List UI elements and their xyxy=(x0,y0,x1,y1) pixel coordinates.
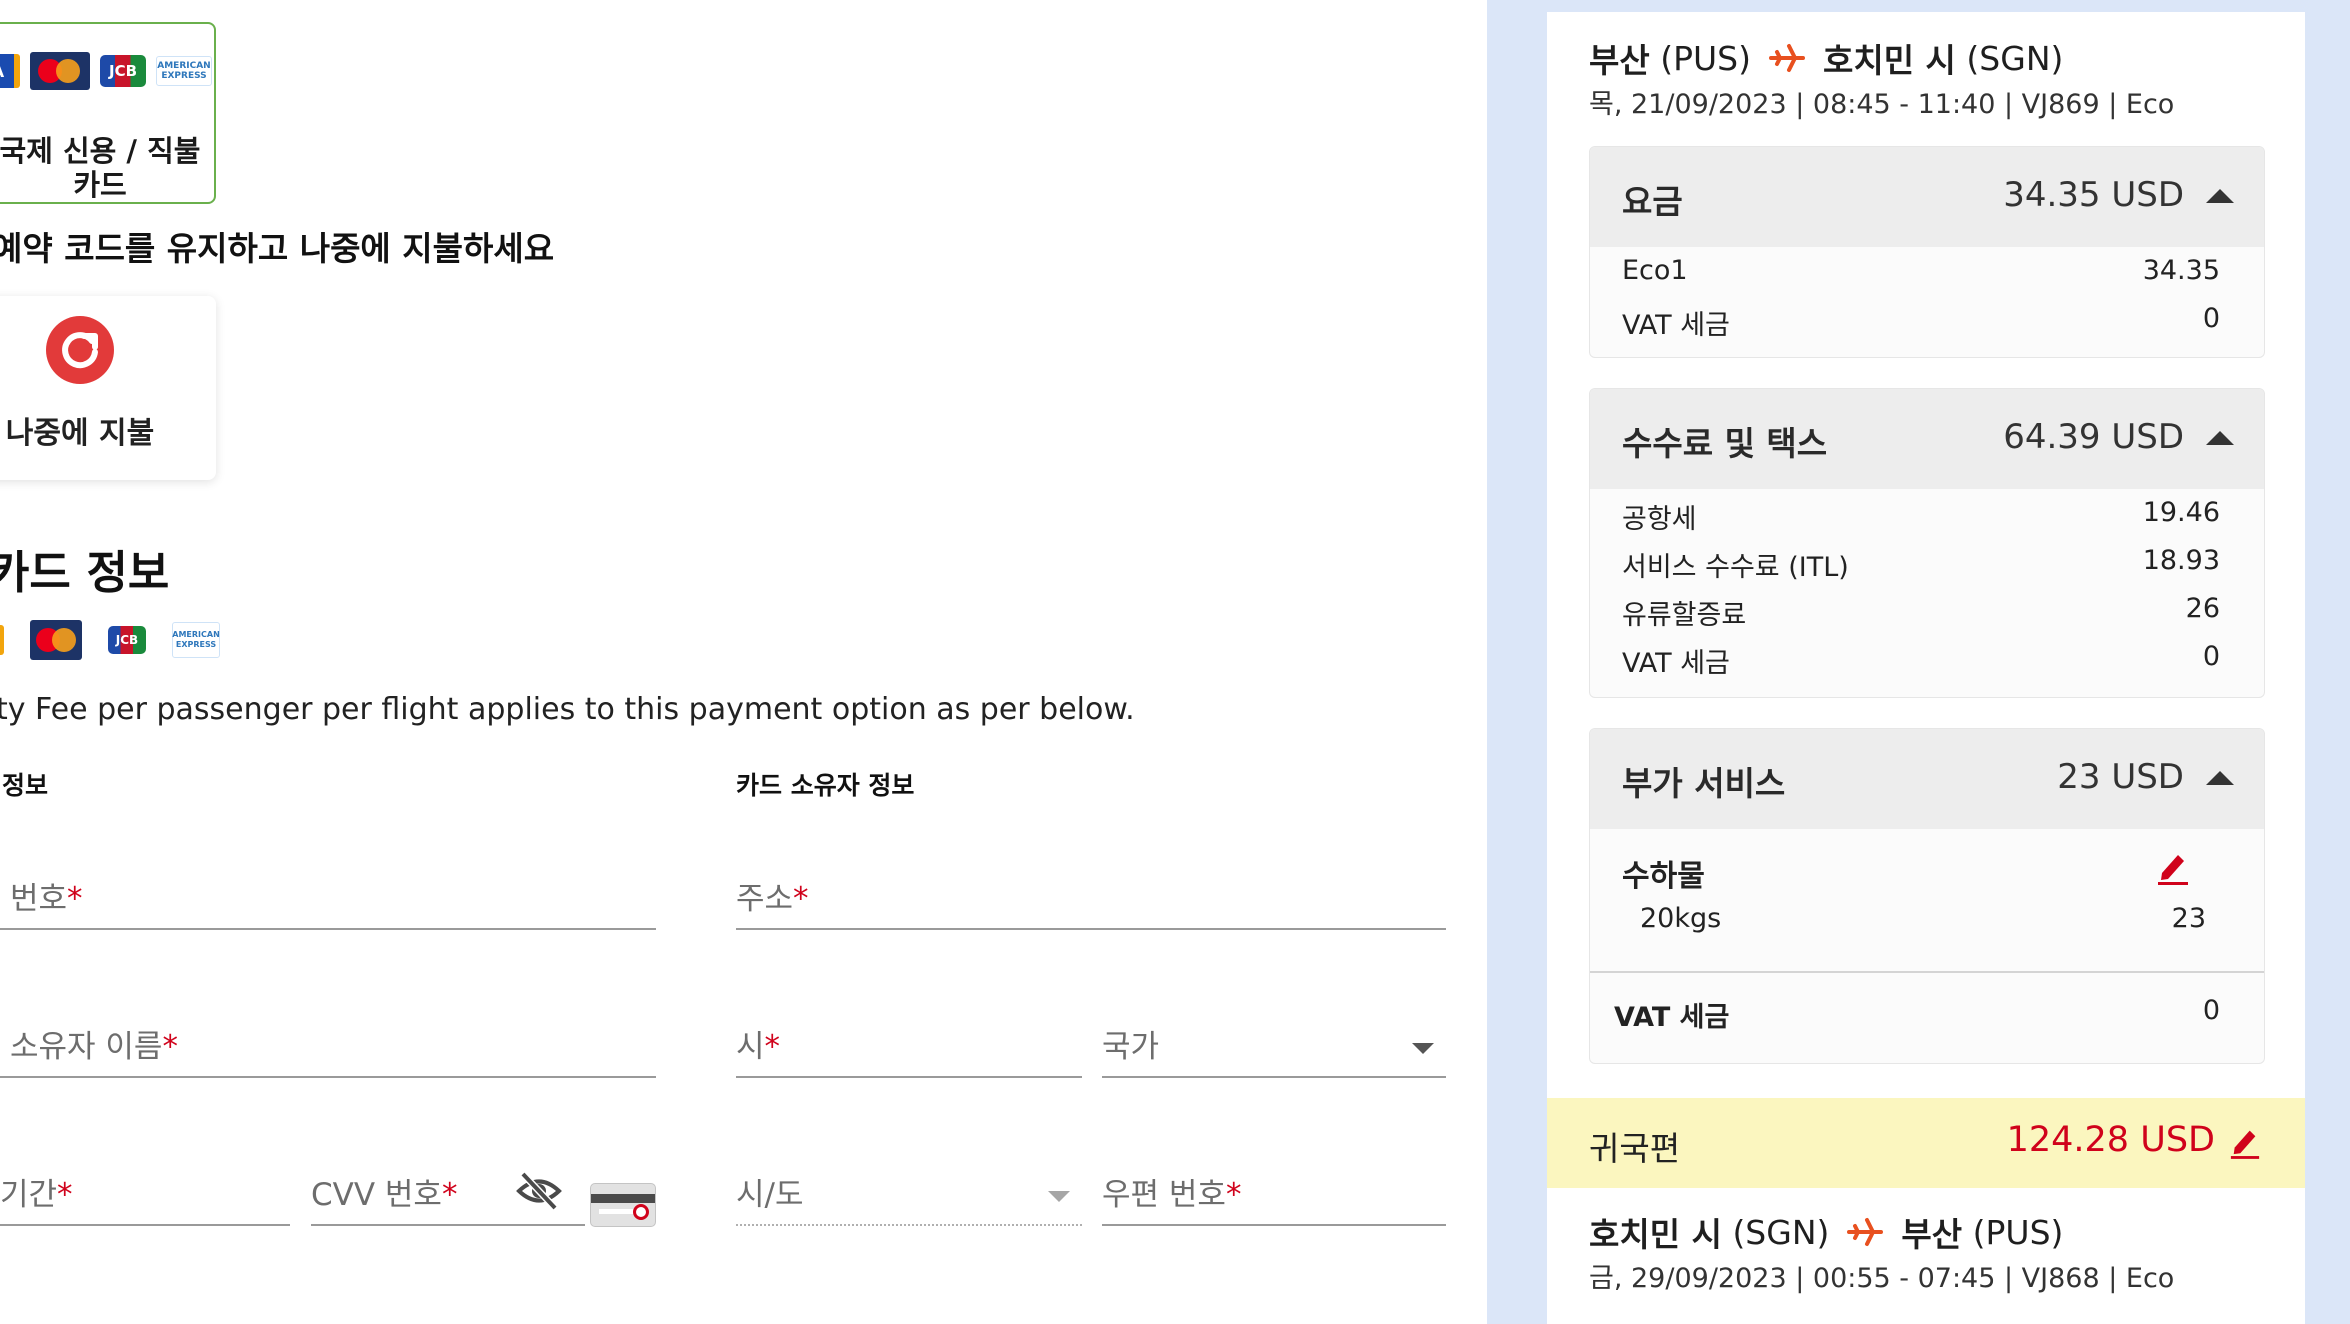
fees-amount: 64.39 USD xyxy=(2003,417,2184,457)
chevron-down-icon xyxy=(1048,1191,1070,1202)
return-flight-bar[interactable]: 귀국편 124.28 USD xyxy=(1547,1098,2305,1188)
outbound-details: 목, 21/09/2023 | 08:45 - 11:40 | VJ869 | … xyxy=(1589,89,2175,120)
return-route: 호치민 시 (SGN) 부산 (PUS) xyxy=(1589,1208,2063,1256)
fare-amount: 34.35 USD xyxy=(2003,175,2184,215)
addons-box: 부가 서비스 23 USD 수하물 20kgs 23 VAT 세금 0 xyxy=(1589,728,2265,1064)
jcb-logo-icon: JCB xyxy=(108,626,146,654)
chevron-down-icon xyxy=(1412,1043,1434,1054)
address-field[interactable]: 주소* xyxy=(736,872,1446,930)
accepted-cards: JCB AMERICAN EXPRESS xyxy=(0,620,220,660)
mastercard-logo-icon xyxy=(30,620,82,660)
list-item: 유류할증료 26 xyxy=(1622,593,2220,631)
fee-note: ty Fee per passenger per flight applies … xyxy=(0,692,1135,727)
eye-off-icon[interactable] xyxy=(515,1170,563,1212)
return-origin-code: (SGN) xyxy=(1732,1212,1830,1252)
hold-booking-heading: 예약 코드를 유지하고 나중에 지불하세요 xyxy=(0,229,555,268)
destination-code: (SGN) xyxy=(1966,38,2064,78)
return-details: 금, 29/09/2023 | 00:55 - 07:45 | VJ868 | … xyxy=(1589,1263,2175,1294)
visa-logo-icon: A xyxy=(0,54,20,88)
return-label: 귀국편 xyxy=(1589,1129,1681,1168)
address-label: 주소 xyxy=(736,881,794,917)
origin-city: 부산 xyxy=(1589,41,1650,80)
pay-later-label: 나중에 지불 xyxy=(5,416,155,451)
list-item: 공항세 19.46 xyxy=(1622,497,2220,535)
card-number-field[interactable]: 번호* xyxy=(0,872,656,930)
chevron-up-icon[interactable] xyxy=(2206,431,2234,445)
card-info-heading: 카드 정보 xyxy=(0,546,170,599)
refresh-icon xyxy=(46,316,114,384)
baggage-price: 23 xyxy=(2171,903,2206,934)
card-number-label: 번호 xyxy=(10,881,68,917)
card-brand-logos: A JCB AMERICAN EXPRESS xyxy=(0,52,212,90)
baggage-weight: 20kgs xyxy=(1640,903,1722,934)
amex-logo-icon: AMERICAN EXPRESS xyxy=(156,56,212,86)
payment-panel: A JCB AMERICAN EXPRESS 국제 신용 / 직불 카드 예약 … xyxy=(0,0,1487,1324)
cvv-label: CVV 번호 xyxy=(311,1177,442,1213)
outbound-route: 부산 (PUS) 호치민 시 (SGN) xyxy=(1589,34,2063,82)
fees-header[interactable]: 수수료 및 택스 64.39 USD xyxy=(1590,389,2264,489)
return-amount: 124.28 USD xyxy=(2006,1120,2215,1160)
cardholder-name-label: 소유자 이름 xyxy=(10,1029,163,1065)
fare-title: 요금 xyxy=(1622,182,1683,221)
divider xyxy=(1590,971,2264,973)
jcb-logo-icon: JCB xyxy=(100,55,146,87)
cardholder-name-field[interactable]: 소유자 이름* xyxy=(0,1020,656,1078)
baggage-service-name: 수하물 xyxy=(1622,859,1705,894)
list-item: VAT 세금 0 xyxy=(1622,303,2220,341)
visa-logo-icon xyxy=(0,625,4,655)
postal-code-field[interactable]: 우편 번호* xyxy=(1102,1168,1446,1226)
list-item: VAT 세금 0 xyxy=(1622,641,2220,679)
addons-title: 부가 서비스 xyxy=(1622,764,1786,803)
addons-vat-value: 0 xyxy=(2202,995,2220,1026)
city-label: 시 xyxy=(736,1029,765,1065)
destination-city: 호치민 시 xyxy=(1822,41,1956,80)
return-origin-city: 호치민 시 xyxy=(1589,1215,1722,1254)
card-option-label: 국제 신용 / 직불 카드 xyxy=(0,134,201,202)
chevron-up-icon[interactable] xyxy=(2206,189,2234,203)
addons-vat-label: VAT 세금 xyxy=(1614,1002,1730,1033)
expiry-field[interactable]: 기간* xyxy=(0,1168,290,1226)
country-label: 국가 xyxy=(1102,1029,1160,1065)
booking-summary: 부산 (PUS) 호치민 시 (SGN) 목, 21/09/2023 | 08:… xyxy=(1547,12,2305,1324)
pay-later-option[interactable]: 나중에 지불 xyxy=(0,296,216,480)
fare-header[interactable]: 요금 34.35 USD xyxy=(1590,147,2264,247)
return-destination-code: (PUS) xyxy=(1972,1212,2064,1252)
state-label: 시/도 xyxy=(736,1177,804,1213)
return-destination-city: 부산 xyxy=(1901,1215,1963,1254)
plane-icon xyxy=(1847,1218,1884,1246)
addons-amount: 23 USD xyxy=(2057,757,2184,797)
origin-code: (PUS) xyxy=(1660,38,1751,78)
city-field[interactable]: 시* xyxy=(736,1020,1082,1078)
expiry-label: 기간 xyxy=(0,1177,58,1213)
list-item: Eco1 34.35 xyxy=(1622,255,2220,286)
chevron-up-icon[interactable] xyxy=(2206,771,2234,785)
postal-code-label: 우편 번호 xyxy=(1102,1177,1226,1213)
list-item: 서비스 수수료 (ITL) 18.93 xyxy=(1622,545,2220,583)
card-section-label: 정보 xyxy=(2,771,49,800)
fees-title: 수수료 및 택스 xyxy=(1622,424,1828,463)
state-select[interactable]: 시/도 xyxy=(736,1168,1082,1226)
mastercard-logo-icon xyxy=(30,52,90,90)
holder-section-label: 카드 소유자 정보 xyxy=(736,771,915,800)
card-payment-option[interactable]: A JCB AMERICAN EXPRESS 국제 신용 / 직불 카드 xyxy=(0,22,216,204)
edit-icon[interactable] xyxy=(2156,847,2190,885)
booking-summary-panel: 부산 (PUS) 호치민 시 (SGN) 목, 21/09/2023 | 08:… xyxy=(1487,0,2350,1324)
edit-icon[interactable] xyxy=(2229,1122,2261,1160)
country-select[interactable]: 국가 xyxy=(1102,1020,1446,1078)
cvv-card-icon xyxy=(590,1183,656,1227)
amex-logo-icon: AMERICAN EXPRESS xyxy=(172,622,220,658)
plane-icon xyxy=(1768,44,1805,72)
addons-header[interactable]: 부가 서비스 23 USD xyxy=(1590,729,2264,829)
fare-box: 요금 34.35 USD Eco1 34.35 VAT 세금 0 xyxy=(1589,146,2265,358)
fees-box: 수수료 및 택스 64.39 USD 공항세 19.46 서비스 수수료 (IT… xyxy=(1589,388,2265,698)
